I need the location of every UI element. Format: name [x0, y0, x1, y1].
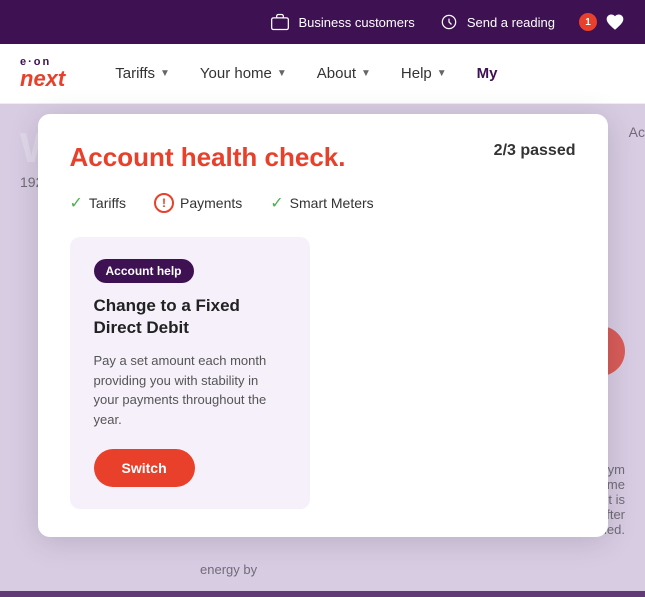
passed-badge: 2/3 passed	[494, 142, 576, 160]
nav-help-label: Help	[401, 65, 432, 82]
notification-count: 1	[579, 13, 597, 31]
nav-your-home[interactable]: Your home ▼	[200, 65, 287, 82]
nav-your-home-label: Your home	[200, 65, 272, 82]
send-reading-label: Send a reading	[467, 15, 555, 30]
chevron-down-icon: ▼	[437, 68, 447, 79]
check-smart-meters-label: Smart Meters	[290, 195, 374, 211]
nav-about-label: About	[317, 65, 356, 82]
send-reading-link[interactable]: Send a reading	[439, 12, 555, 32]
check-payments: ! Payments	[154, 193, 242, 213]
modal-header: Account health check. 2/3 passed	[70, 142, 576, 173]
check-tariffs-label: Tariffs	[89, 195, 126, 211]
checkmark-icon: ✓	[70, 193, 83, 213]
nav-tariffs-label: Tariffs	[115, 65, 155, 82]
nav-about[interactable]: About ▼	[317, 65, 371, 82]
checkmark-icon: ✓	[270, 193, 283, 213]
nav-my[interactable]: My	[477, 65, 498, 82]
card-title: Change to a Fixed Direct Debit	[94, 295, 286, 339]
top-bar: Business customers Send a reading 1	[0, 0, 645, 44]
business-customers-link[interactable]: Business customers	[270, 12, 414, 32]
card-description: Pay a set amount each month providing yo…	[94, 351, 286, 429]
checks-row: ✓ Tariffs ! Payments ✓ Smart Meters	[70, 193, 576, 213]
check-tariffs: ✓ Tariffs	[70, 193, 127, 213]
nav-my-label: My	[477, 65, 498, 82]
account-health-modal: Account health check. 2/3 passed ✓ Tarif…	[38, 114, 608, 537]
nav-help[interactable]: Help ▼	[401, 65, 447, 82]
modal-title: Account health check.	[70, 142, 346, 173]
chevron-down-icon: ▼	[361, 68, 371, 79]
nav-tariffs[interactable]: Tariffs ▼	[115, 65, 170, 82]
heart-icon	[605, 12, 625, 32]
notifications-button[interactable]: 1	[579, 12, 625, 32]
check-smart-meters: ✓ Smart Meters	[270, 193, 373, 213]
check-payments-label: Payments	[180, 195, 242, 211]
briefcase-icon	[270, 12, 290, 32]
modal-overlay: Account health check. 2/3 passed ✓ Tarif…	[0, 104, 645, 597]
account-help-card: Account help Change to a Fixed Direct De…	[70, 237, 310, 509]
warning-icon: !	[154, 193, 174, 213]
nav-bar: e·on next Tariffs ▼ Your home ▼ About ▼ …	[0, 44, 645, 104]
logo[interactable]: e·on next	[20, 57, 65, 90]
logo-next: next	[20, 68, 65, 90]
chevron-down-icon: ▼	[160, 68, 170, 79]
chevron-down-icon: ▼	[277, 68, 287, 79]
business-label: Business customers	[298, 15, 414, 30]
meter-icon	[439, 12, 459, 32]
card-tag: Account help	[94, 259, 194, 283]
switch-button[interactable]: Switch	[94, 449, 195, 487]
